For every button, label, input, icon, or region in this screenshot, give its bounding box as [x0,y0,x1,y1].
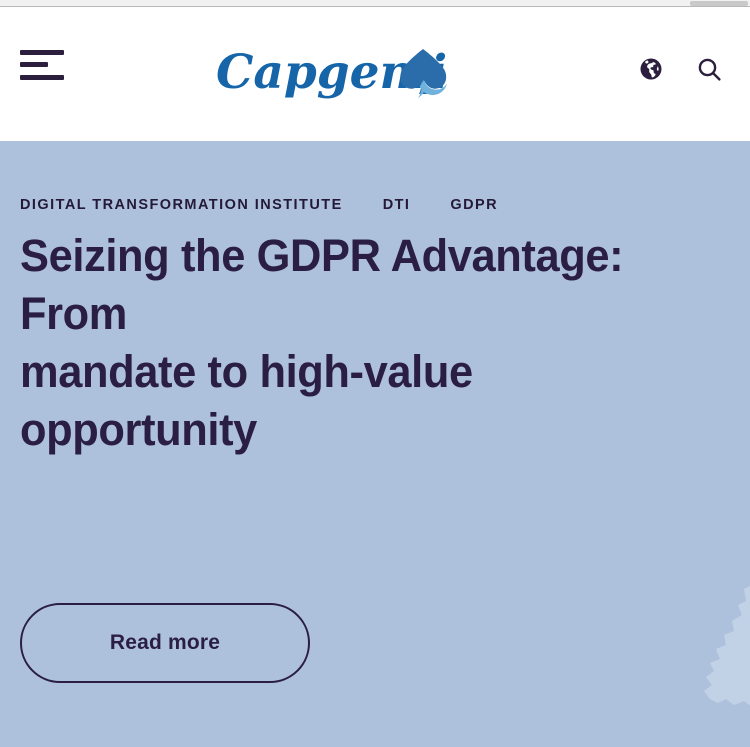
tag-dti[interactable]: DTI [383,197,411,213]
page-title-line-2: mandate to high-value opportunity [20,346,473,455]
capgemini-logo[interactable]: Capgemini [216,42,448,104]
search-button[interactable] [694,54,724,84]
vertical-scrollbar[interactable] [690,1,748,6]
hamburger-bar-middle [20,62,48,67]
page-title: Seizing the GDPR Advantage: From mandate … [20,227,719,459]
read-more-button[interactable]: Read more [20,603,310,683]
browser-chrome-strip [0,0,750,7]
search-icon [698,58,721,81]
page-root: Capgemini [0,0,750,747]
header-actions [636,54,724,84]
page-title-line-1: Seizing the GDPR Advantage: From [20,230,624,339]
hamburger-bar-bottom [20,75,64,80]
tag-gdpr[interactable]: GDPR [450,197,498,213]
hamburger-bar-top [20,50,64,55]
breadcrumb: Digital Transformation Institute DTI GDP… [20,197,498,213]
language-selector-button[interactable] [636,54,666,84]
hero-banner: Digital Transformation Institute DTI GDP… [0,141,750,747]
globe-icon [640,58,662,80]
hamburger-menu-icon[interactable] [20,50,64,82]
tag-digital-transformation-institute[interactable]: Digital Transformation Institute [20,197,343,213]
map-silhouette-decoration [626,571,750,747]
site-header: Capgemini [0,8,750,141]
capgemini-logo-svg: Capgemini [216,45,448,100]
map-silhouette-icon [704,586,750,706]
